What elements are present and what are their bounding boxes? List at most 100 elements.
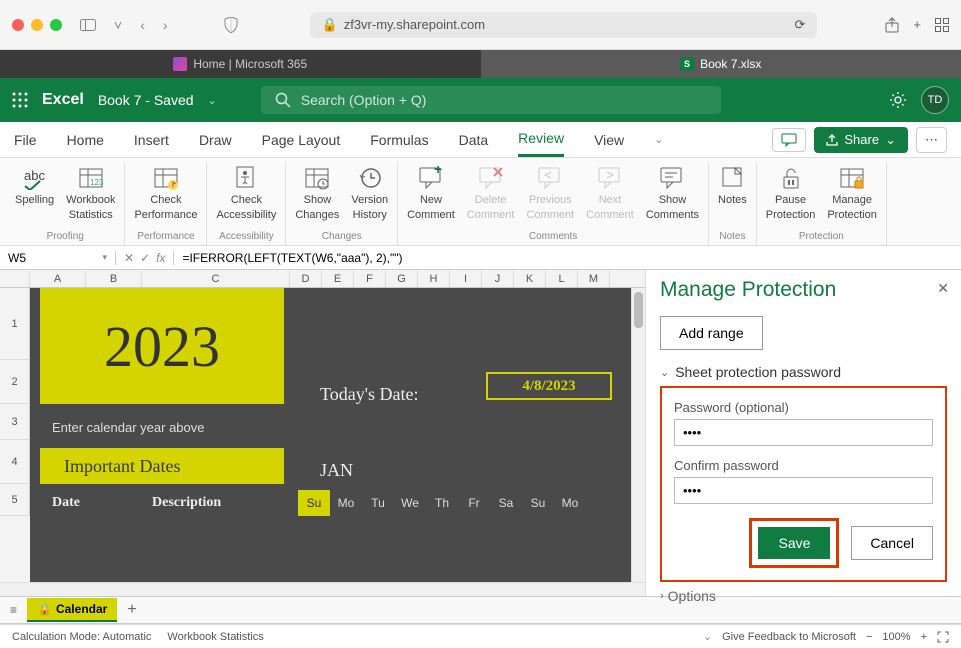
col-header-M[interactable]: M (578, 270, 610, 287)
ribbon-new-comment[interactable]: +NewComment (402, 162, 460, 230)
close-window[interactable] (12, 19, 24, 31)
confirm-password-input[interactable] (674, 477, 933, 504)
tab-home[interactable]: Home (67, 124, 104, 156)
search-box[interactable]: Search (Option + Q) (261, 86, 721, 114)
col-header-I[interactable]: I (450, 270, 482, 287)
ribbon-notes[interactable]: Notes (713, 162, 752, 230)
ribbon-group-label: Protection (799, 230, 844, 243)
day-header-su-7: Su (522, 496, 554, 510)
save-button[interactable]: Save (758, 527, 830, 559)
ribbon-workbook-statistics[interactable]: 123WorkbookStatistics (61, 162, 120, 230)
sidebar-icon[interactable] (76, 19, 100, 31)
ribbon-show-changes[interactable]: ShowChanges (290, 162, 344, 230)
row-header-5[interactable]: 5 (0, 484, 30, 516)
col-header-H[interactable]: H (418, 270, 450, 287)
col-header-K[interactable]: K (514, 270, 546, 287)
app-launcher-icon[interactable] (12, 92, 28, 108)
ribbon-delete-comment: DeleteComment (462, 162, 520, 230)
sheet-protection-section[interactable]: ⌄ Sheet protection password (660, 364, 947, 380)
col-header-A[interactable]: A (30, 270, 86, 287)
ribbon-check-accessibility[interactable]: CheckAccessibility (211, 162, 281, 230)
zoom-out-button[interactable]: − (866, 631, 872, 643)
ribbon-spelling[interactable]: abcSpelling (10, 162, 59, 230)
shield-icon[interactable] (220, 17, 242, 33)
tab-file[interactable]: File (14, 124, 37, 156)
new-tab-icon[interactable]: + (913, 17, 921, 32)
gear-icon[interactable] (889, 91, 907, 109)
all-sheets-icon[interactable]: ≡ (10, 603, 17, 617)
ribbon-show-comments[interactable]: ShowComments (641, 162, 704, 230)
col-header-E[interactable]: E (322, 270, 354, 287)
name-box[interactable]: W5 ▾ (0, 251, 116, 265)
calc-mode[interactable]: Calculation Mode: Automatic (12, 631, 151, 643)
show-icon (303, 164, 331, 192)
tab-formulas[interactable]: Formulas (370, 124, 428, 156)
tab-view[interactable]: View (594, 124, 624, 156)
sheet-tab-calendar[interactable]: 🔒 Calendar (27, 598, 117, 622)
svg-text:abc: abc (24, 168, 45, 183)
minimize-window[interactable] (31, 19, 43, 31)
workbook-stats[interactable]: Workbook Statistics (167, 631, 263, 643)
enter-formula-icon[interactable]: ✓ (140, 251, 150, 265)
tab-page-layout[interactable]: Page Layout (262, 124, 341, 156)
select-all-cell[interactable] (0, 270, 30, 287)
excel-logo[interactable]: Excel (42, 91, 84, 109)
chevron-down-icon[interactable]: ⌄ (703, 630, 712, 643)
col-header-C[interactable]: C (142, 270, 290, 287)
share-icon[interactable] (885, 17, 899, 33)
address-bar[interactable]: 🔒 zf3vr-my.sharepoint.com ⟳ (310, 12, 818, 38)
zoom-level[interactable]: 100% (882, 631, 910, 643)
highlight-save-button: Save (749, 518, 839, 568)
password-input[interactable] (674, 419, 933, 446)
fx-icon[interactable]: fx (156, 251, 165, 265)
cancel-formula-icon[interactable]: ✕ (124, 251, 134, 265)
document-title[interactable]: Book 7 - Saved (98, 92, 194, 108)
col-header-J[interactable]: J (482, 270, 514, 287)
year-cell[interactable]: 2023 (40, 288, 284, 404)
tab-draw[interactable]: Draw (199, 124, 232, 156)
chevron-down-icon[interactable]: ⌄ (654, 133, 663, 146)
feedback-link[interactable]: Give Feedback to Microsoft (722, 631, 856, 643)
horizontal-scrollbar[interactable] (0, 582, 645, 596)
row-header-1[interactable]: 1 (0, 288, 30, 360)
ribbon-pause-protection[interactable]: PauseProtection (761, 162, 821, 230)
tab-insert[interactable]: Insert (134, 124, 169, 156)
row-header-3[interactable]: 3 (0, 404, 30, 440)
scrollbar-thumb[interactable] (634, 292, 643, 328)
col-header-D[interactable]: D (290, 270, 322, 287)
zoom-in-button[interactable]: + (921, 631, 927, 643)
more-button[interactable]: ⋯ (916, 127, 947, 153)
add-range-button[interactable]: Add range (660, 316, 763, 350)
formula-input[interactable]: =IFERROR(LEFT(TEXT(W6,"aaa"), 2),"") (174, 251, 961, 265)
chevron-down-icon[interactable]: ˅ (110, 17, 126, 33)
ribbon-check-performance[interactable]: CheckPerformance (129, 162, 202, 230)
cancel-button[interactable]: Cancel (851, 526, 933, 560)
maximize-window[interactable] (50, 19, 62, 31)
options-section[interactable]: › Options (660, 588, 947, 604)
row-header-4[interactable]: 4 (0, 440, 30, 484)
close-icon[interactable]: ✕ (937, 280, 949, 297)
add-sheet-button[interactable]: + (127, 601, 136, 619)
tab-data[interactable]: Data (459, 124, 489, 156)
ribbon-manage-protection[interactable]: ManageProtection (822, 162, 882, 230)
ribbon-version-history[interactable]: VersionHistory (346, 162, 393, 230)
tab-review[interactable]: Review (518, 122, 564, 157)
tabs-icon[interactable] (935, 18, 949, 32)
comments-button[interactable] (772, 128, 806, 152)
sheet-content[interactable]: 2023 Today's Date: 4/8/2023 Enter calend… (30, 288, 631, 582)
forward-icon[interactable]: › (159, 17, 172, 33)
col-header-L[interactable]: L (546, 270, 578, 287)
chevron-down-icon[interactable]: ⌄ (208, 94, 217, 107)
back-icon[interactable]: ‹ (136, 17, 149, 33)
share-button[interactable]: Share ⌄ (814, 127, 908, 153)
browser-tab-home[interactable]: Home | Microsoft 365 (0, 50, 481, 78)
avatar[interactable]: TD (921, 86, 949, 114)
col-header-G[interactable]: G (386, 270, 418, 287)
col-header-B[interactable]: B (86, 270, 142, 287)
col-header-F[interactable]: F (354, 270, 386, 287)
vertical-scrollbar[interactable] (631, 288, 645, 582)
fullscreen-icon[interactable] (937, 631, 949, 643)
browser-tab-book7[interactable]: S Book 7.xlsx (481, 50, 961, 78)
reload-icon[interactable]: ⟳ (795, 17, 806, 33)
row-header-2[interactable]: 2 (0, 360, 30, 404)
